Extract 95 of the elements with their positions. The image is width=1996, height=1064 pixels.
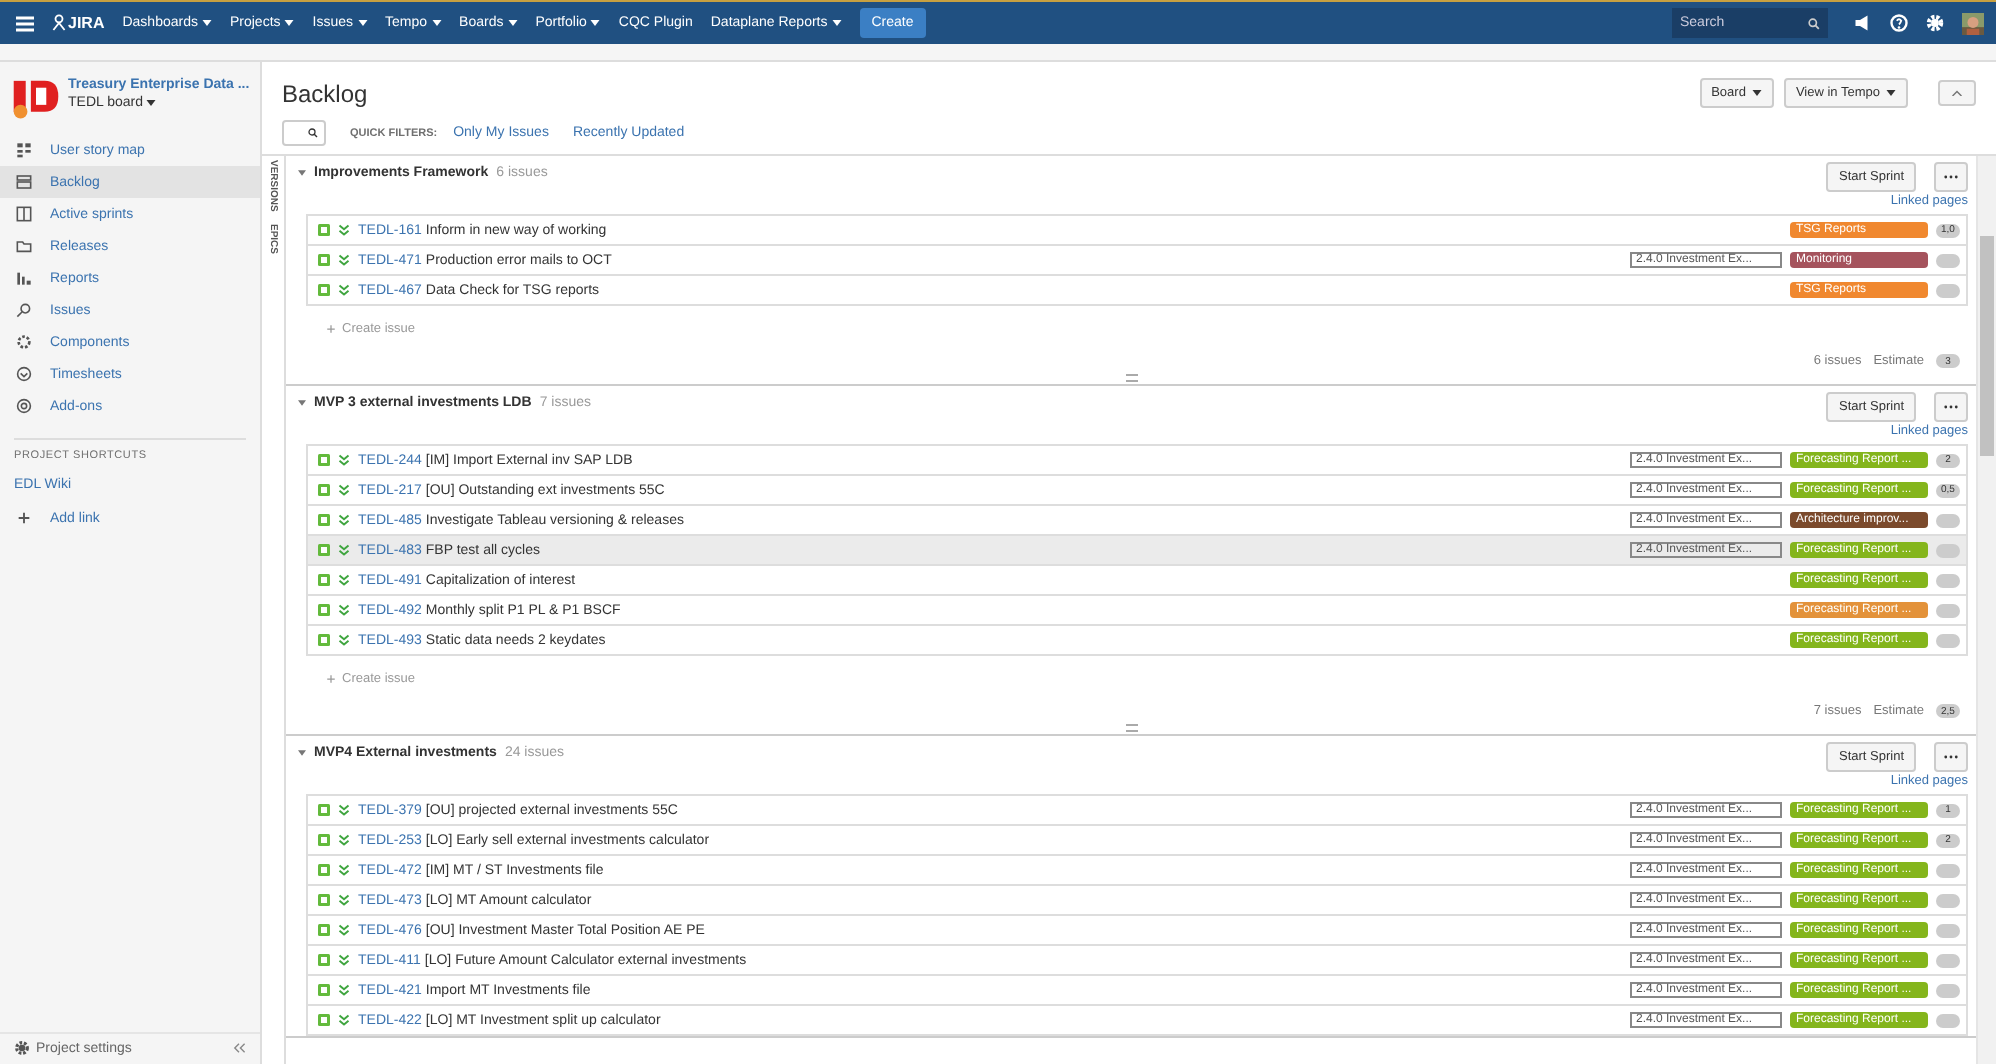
folder-icon xyxy=(16,238,32,254)
double-chevron-icon xyxy=(338,834,350,846)
caret-icon xyxy=(1886,90,1896,96)
plus-icon xyxy=(326,323,336,333)
logo-icon xyxy=(52,14,66,32)
more-icon xyxy=(1944,754,1958,760)
search-icon xyxy=(1808,17,1820,29)
caret-icon xyxy=(357,20,368,26)
more-icon xyxy=(1944,174,1958,180)
story-icon xyxy=(318,454,330,466)
grid-icon xyxy=(16,142,32,158)
more-button[interactable] xyxy=(1934,392,1968,422)
story-icon xyxy=(318,254,330,266)
estimate-badge xyxy=(1936,1013,1960,1027)
double-chevron-icon xyxy=(338,544,350,556)
estimate-badge xyxy=(1936,923,1960,937)
help-icon[interactable] xyxy=(1890,14,1908,32)
search-icon xyxy=(308,128,318,138)
resize-handle[interactable] xyxy=(1125,724,1137,732)
more-icon xyxy=(1944,404,1958,410)
estimate-badge xyxy=(1936,253,1960,267)
caret-icon xyxy=(831,20,842,26)
megaphone-icon[interactable] xyxy=(1854,14,1872,32)
double-chevron-icon xyxy=(338,954,350,966)
more-button[interactable] xyxy=(1934,162,1968,192)
estimate-badge xyxy=(1936,543,1960,557)
search-field[interactable] xyxy=(282,120,326,146)
chevron-up-icon xyxy=(1952,90,1962,96)
story-icon xyxy=(318,894,330,906)
story-icon xyxy=(318,574,330,586)
caret-icon[interactable] xyxy=(298,170,306,176)
double-chevron-icon xyxy=(338,924,350,936)
double-chevron-icon xyxy=(338,254,350,266)
estimate-badge xyxy=(1936,513,1960,527)
double-chevron-icon xyxy=(338,604,350,616)
estimate-badge xyxy=(1936,603,1960,617)
caret-icon xyxy=(507,20,518,26)
double-chevron-icon xyxy=(338,224,350,236)
collapse-icon[interactable] xyxy=(232,1042,246,1054)
double-chevron-icon xyxy=(338,864,350,876)
double-chevron-icon xyxy=(338,514,350,526)
menu-icon[interactable] xyxy=(16,15,34,31)
chart-icon xyxy=(16,270,32,286)
double-chevron-icon xyxy=(338,284,350,296)
caret-icon xyxy=(146,100,157,106)
caret-icon[interactable] xyxy=(298,400,306,406)
plus-icon xyxy=(326,673,336,683)
caret-icon xyxy=(1751,90,1762,96)
story-icon xyxy=(318,604,330,616)
scrollbar-thumb[interactable] xyxy=(1980,236,1994,456)
list-icon xyxy=(16,174,32,190)
columns-icon xyxy=(16,206,32,222)
double-chevron-icon xyxy=(338,804,350,816)
story-icon xyxy=(318,954,330,966)
estimate-badge xyxy=(1936,573,1960,587)
estimate-badge xyxy=(1936,953,1960,967)
estimate-badge xyxy=(1936,983,1960,997)
caret-icon xyxy=(284,20,295,26)
scrollbar[interactable] xyxy=(1976,156,1996,1064)
caret-icon xyxy=(201,20,212,26)
estimate-badge xyxy=(1936,633,1960,647)
estimate-badge xyxy=(1936,863,1960,877)
plus-icon xyxy=(16,510,32,526)
double-chevron-icon xyxy=(338,454,350,466)
settings-icon[interactable] xyxy=(1926,14,1944,32)
story-icon xyxy=(318,224,330,236)
story-icon xyxy=(318,544,330,556)
search-icon xyxy=(16,302,32,318)
story-icon xyxy=(318,834,330,846)
double-chevron-icon xyxy=(338,484,350,496)
story-icon xyxy=(318,984,330,996)
story-icon xyxy=(318,514,330,526)
caret-icon[interactable] xyxy=(298,750,306,756)
double-chevron-icon xyxy=(338,984,350,996)
double-chevron-icon xyxy=(338,894,350,906)
double-chevron-icon xyxy=(338,574,350,586)
caret-icon xyxy=(431,20,442,26)
estimate-badge xyxy=(1936,893,1960,907)
page-title: Backlog xyxy=(282,79,368,107)
double-chevron-icon xyxy=(338,634,350,646)
resize-handle[interactable] xyxy=(1125,374,1137,382)
story-icon xyxy=(318,634,330,646)
story-icon xyxy=(318,484,330,496)
story-icon xyxy=(318,864,330,876)
story-icon xyxy=(318,924,330,936)
logo-text[interactable]: JIRA xyxy=(68,14,105,32)
circle-icon xyxy=(16,398,32,414)
story-icon xyxy=(318,1014,330,1026)
story-icon xyxy=(318,284,330,296)
double-chevron-icon xyxy=(338,1014,350,1026)
caret-icon xyxy=(590,20,601,26)
clock-icon xyxy=(16,366,32,382)
estimate-badge xyxy=(1936,283,1960,297)
story-icon xyxy=(318,804,330,816)
more-button[interactable] xyxy=(1934,742,1968,772)
